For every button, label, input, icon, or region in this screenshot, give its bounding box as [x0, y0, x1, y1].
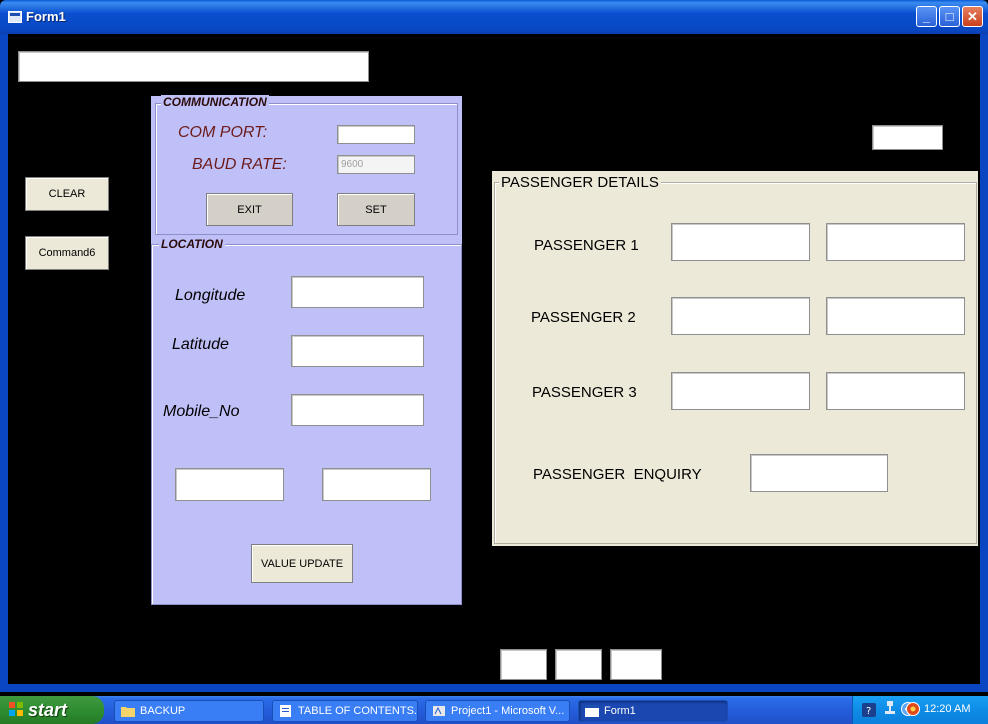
passenger-3-input-b[interactable] — [826, 372, 965, 410]
com-port-input[interactable] — [337, 125, 415, 144]
longitude-label: Longitude — [175, 287, 246, 304]
window-frame-left — [0, 34, 8, 690]
exit-button[interactable]: EXIT — [206, 193, 293, 226]
window-title-bar[interactable] — [0, 0, 988, 34]
mobile-no-label: Mobile_No — [163, 403, 240, 420]
passenger-1-label: PASSENGER 1 — [534, 237, 639, 254]
bottom-box-3[interactable] — [610, 649, 662, 680]
start-label: start — [28, 699, 68, 720]
top-right-textbox[interactable] — [872, 125, 943, 150]
form-window-icon — [8, 11, 22, 23]
window-frame-right — [980, 34, 988, 690]
form-window-icon — [585, 705, 599, 717]
taskbar-item-backup[interactable]: BACKUP — [114, 700, 264, 722]
passenger-group-label: PASSENGER DETAILS — [499, 174, 661, 191]
taskbar-item-form1[interactable]: Form1 — [578, 700, 728, 722]
taskbar-clock[interactable]: 12:20 AM — [924, 703, 970, 715]
mobile-no-input[interactable] — [291, 394, 424, 426]
document-icon — [280, 705, 291, 717]
passenger-1-input-a[interactable] — [671, 223, 810, 261]
vb-project-icon — [433, 706, 445, 716]
passenger-enquiry-label: PASSENGER ENQUIRY — [533, 466, 702, 483]
windows-logo-icon — [9, 702, 23, 716]
close-icon: ✕ — [967, 9, 978, 24]
taskbar-item-label: TABLE OF CONTENTS... — [298, 705, 418, 717]
communication-group-label: COMMUNICATION — [161, 95, 269, 109]
taskbar-item-label: Project1 - Microsoft V... — [451, 705, 565, 717]
minimize-button[interactable]: _ — [916, 6, 937, 27]
latitude-input[interactable] — [291, 335, 424, 367]
window-title: Form1 — [26, 9, 66, 24]
location-extra-input-2[interactable] — [322, 468, 431, 501]
passenger-2-label: PASSENGER 2 — [531, 309, 636, 326]
baud-rate-input[interactable] — [337, 155, 415, 174]
location-extra-input-1[interactable] — [175, 468, 284, 501]
security-alert-icon[interactable] — [906, 702, 920, 716]
passenger-3-label: PASSENGER 3 — [532, 384, 637, 401]
bottom-box-1[interactable] — [500, 649, 547, 680]
folder-icon — [121, 707, 135, 717]
com-port-label: COM PORT: — [178, 124, 268, 141]
help-icon[interactable]: ? — [862, 703, 876, 717]
window-frame-bottom — [0, 684, 988, 692]
passenger-3-input-a[interactable] — [671, 372, 810, 410]
maximize-button[interactable]: □ — [939, 6, 960, 27]
taskbar-item-label: Form1 — [604, 705, 636, 717]
latitude-label: Latitude — [172, 336, 229, 353]
close-button[interactable]: ✕ — [962, 6, 983, 27]
clear-button[interactable]: CLEAR — [25, 177, 109, 211]
network-icon[interactable] — [884, 700, 896, 716]
set-button[interactable]: SET — [337, 193, 415, 226]
taskbar-item-project1[interactable]: Project1 - Microsoft V... — [425, 700, 570, 722]
longitude-input[interactable] — [291, 276, 424, 308]
baud-rate-label: BAUD RATE: — [192, 156, 287, 173]
passenger-enquiry-input[interactable] — [750, 454, 888, 492]
command6-button[interactable]: Command6 — [25, 236, 109, 270]
maximize-icon: □ — [945, 9, 954, 24]
passenger-2-input-a[interactable] — [671, 297, 810, 335]
minimize-icon: _ — [922, 9, 931, 24]
taskbar-item-table-of-contents[interactable]: TABLE OF CONTENTS... — [272, 700, 418, 722]
location-group-label: LOCATION — [159, 237, 225, 251]
passenger-2-input-b[interactable] — [826, 297, 965, 335]
top-textbox[interactable] — [18, 51, 369, 82]
svg-text:?: ? — [866, 706, 871, 717]
passenger-1-input-b[interactable] — [826, 223, 965, 261]
bottom-box-2[interactable] — [555, 649, 602, 680]
value-update-button[interactable]: VALUE UPDATE — [251, 544, 353, 583]
taskbar-item-label: BACKUP — [140, 705, 186, 717]
